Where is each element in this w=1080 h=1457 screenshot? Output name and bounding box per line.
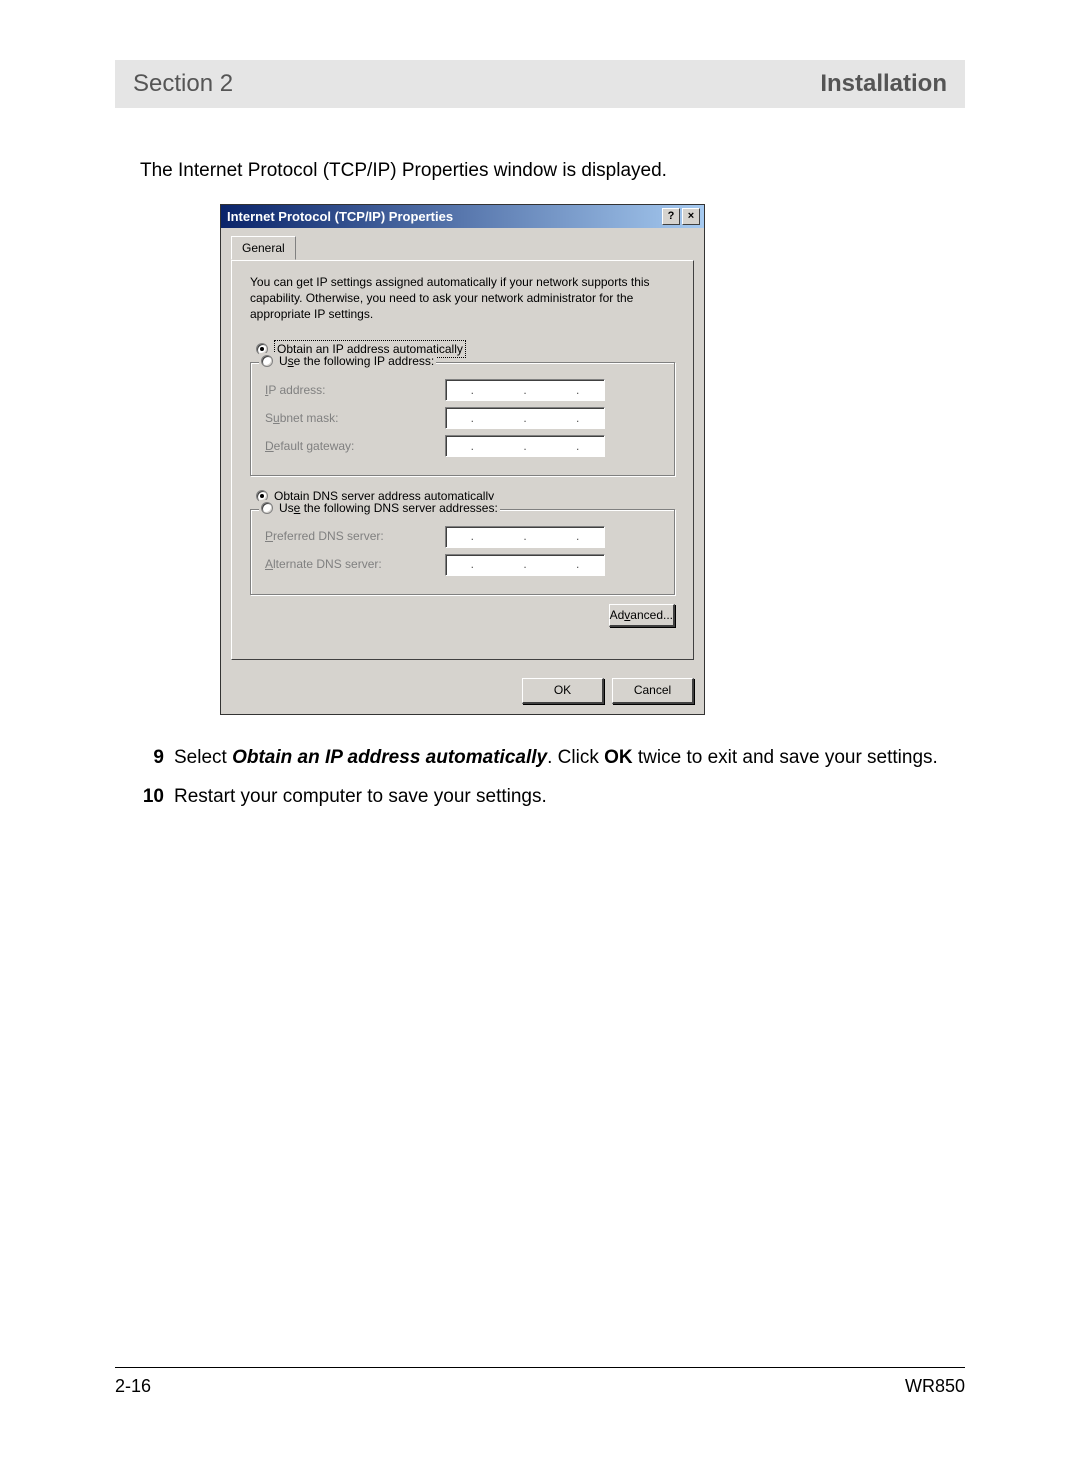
model-number: WR850 xyxy=(905,1376,965,1397)
intro-text: The Internet Protocol (TCP/IP) Propertie… xyxy=(140,158,965,184)
dialog-screenshot: Internet Protocol (TCP/IP) Properties ? … xyxy=(220,204,965,715)
section-label: Section 2 xyxy=(133,70,233,98)
instruction-steps: 9 Select Obtain an IP address automatica… xyxy=(140,745,965,810)
page-header: Section 2 Installation xyxy=(115,60,965,108)
advanced-row: Advanced... xyxy=(250,607,675,623)
titlebar-buttons: ? × xyxy=(662,208,700,225)
step-10: 10 Restart your computer to save your se… xyxy=(140,784,965,810)
ip-address-label: IP address: xyxy=(265,382,445,398)
radio-use-dns-row[interactable]: Use the following DNS server addresses: xyxy=(259,500,500,516)
dialog-title: Internet Protocol (TCP/IP) Properties xyxy=(227,208,453,226)
ok-button[interactable]: OK xyxy=(522,678,604,703)
help-button[interactable]: ? xyxy=(662,208,680,225)
subnet-label: Subnet mask: xyxy=(265,410,445,426)
tcpip-properties-dialog: Internet Protocol (TCP/IP) Properties ? … xyxy=(220,204,705,715)
ip-address-row: IP address: ... xyxy=(265,379,660,401)
dialog-footer: OK Cancel xyxy=(221,670,704,713)
gateway-label: Default gateway: xyxy=(265,438,445,454)
radio-icon xyxy=(261,355,273,367)
step-9: 9 Select Obtain an IP address automatica… xyxy=(140,745,965,771)
ip-address-input[interactable]: ... xyxy=(445,379,605,401)
alt-dns-row: Alternate DNS server: ... xyxy=(265,554,660,576)
radio-icon xyxy=(261,502,273,514)
dns-fieldset: Use the following DNS server addresses: … xyxy=(250,509,675,595)
text: twice to exit and save your settings. xyxy=(633,747,938,768)
text: Select xyxy=(174,747,232,768)
text: . Click xyxy=(547,747,604,768)
ip-fieldset: Use the following IP address: IP address… xyxy=(250,362,675,476)
tab-general[interactable]: General xyxy=(231,236,296,260)
gateway-input[interactable]: ... xyxy=(445,435,605,457)
cancel-button[interactable]: Cancel xyxy=(612,678,694,703)
pref-dns-row: Preferred DNS server: ... xyxy=(265,526,660,548)
tab-panel-general: You can get IP settings assigned automat… xyxy=(231,260,694,660)
step-number: 9 xyxy=(140,745,174,771)
text-bold-italic: Obtain an IP address automatically xyxy=(232,747,547,768)
advanced-button[interactable]: Advanced... xyxy=(609,604,675,627)
page-number: 2-16 xyxy=(115,1376,151,1397)
page-content: The Internet Protocol (TCP/IP) Propertie… xyxy=(140,158,965,810)
pref-dns-label: Preferred DNS server: xyxy=(265,528,445,544)
step-text: Restart your computer to save your setti… xyxy=(174,784,965,810)
titlebar: Internet Protocol (TCP/IP) Properties ? … xyxy=(221,205,704,229)
text-bold: OK xyxy=(604,747,633,768)
dialog-body: General You can get IP settings assigned… xyxy=(221,228,704,670)
alt-dns-input[interactable]: ... xyxy=(445,554,605,576)
tab-strip: General xyxy=(231,236,694,261)
radio-use-ip-label: Use the following IP address: xyxy=(279,353,434,369)
subnet-input[interactable]: ... xyxy=(445,407,605,429)
step-text: Select Obtain an IP address automaticall… xyxy=(174,745,965,771)
alt-dns-label: Alternate DNS server: xyxy=(265,556,445,572)
step-number: 10 xyxy=(140,784,174,810)
gateway-row: Default gateway: ... xyxy=(265,435,660,457)
page-footer: 2-16 WR850 xyxy=(115,1367,965,1397)
radio-use-ip-row[interactable]: Use the following IP address: xyxy=(259,353,436,369)
chapter-title: Installation xyxy=(820,70,947,98)
pref-dns-input[interactable]: ... xyxy=(445,526,605,548)
close-button[interactable]: × xyxy=(682,208,700,225)
radio-use-dns-label: Use the following DNS server addresses: xyxy=(279,500,498,516)
dialog-description: You can get IP settings assigned automat… xyxy=(250,275,675,322)
subnet-row: Subnet mask: ... xyxy=(265,407,660,429)
